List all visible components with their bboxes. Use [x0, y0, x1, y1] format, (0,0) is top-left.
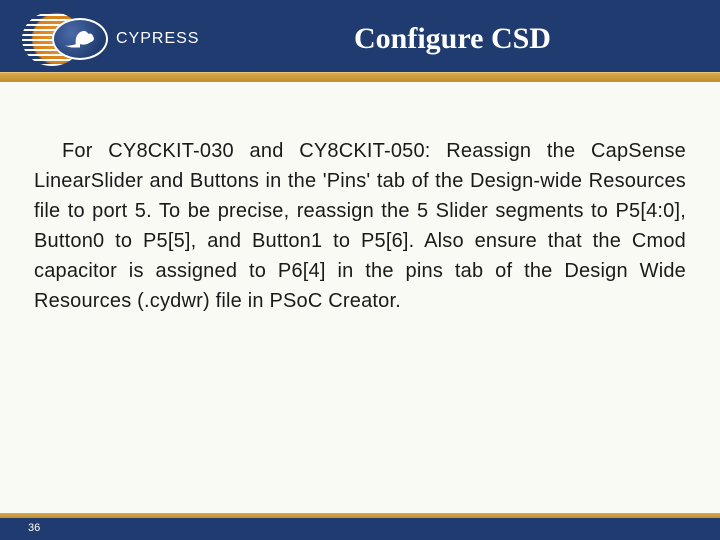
- slide-footer: 36: [0, 516, 720, 540]
- header-divider: [0, 72, 720, 82]
- slide-body: For CY8CKIT-030 and CY8CKIT-050: Reassig…: [0, 78, 720, 516]
- slide-title: Configure CSD: [354, 22, 551, 56]
- slide-header: CYPRESS Configure CSD: [0, 0, 720, 78]
- tree-silhouette-icon: [63, 28, 97, 50]
- page-number: 36: [28, 522, 40, 534]
- brand-label: CYPRESS: [116, 30, 199, 48]
- logo: CYPRESS: [22, 12, 199, 66]
- logo-orb-icon: [22, 12, 82, 66]
- logo-badge-icon: [52, 18, 108, 60]
- body-paragraph: For CY8CKIT-030 and CY8CKIT-050: Reassig…: [34, 136, 686, 316]
- slide: CYPRESS Configure CSD For CY8CKIT-030 an…: [0, 0, 720, 540]
